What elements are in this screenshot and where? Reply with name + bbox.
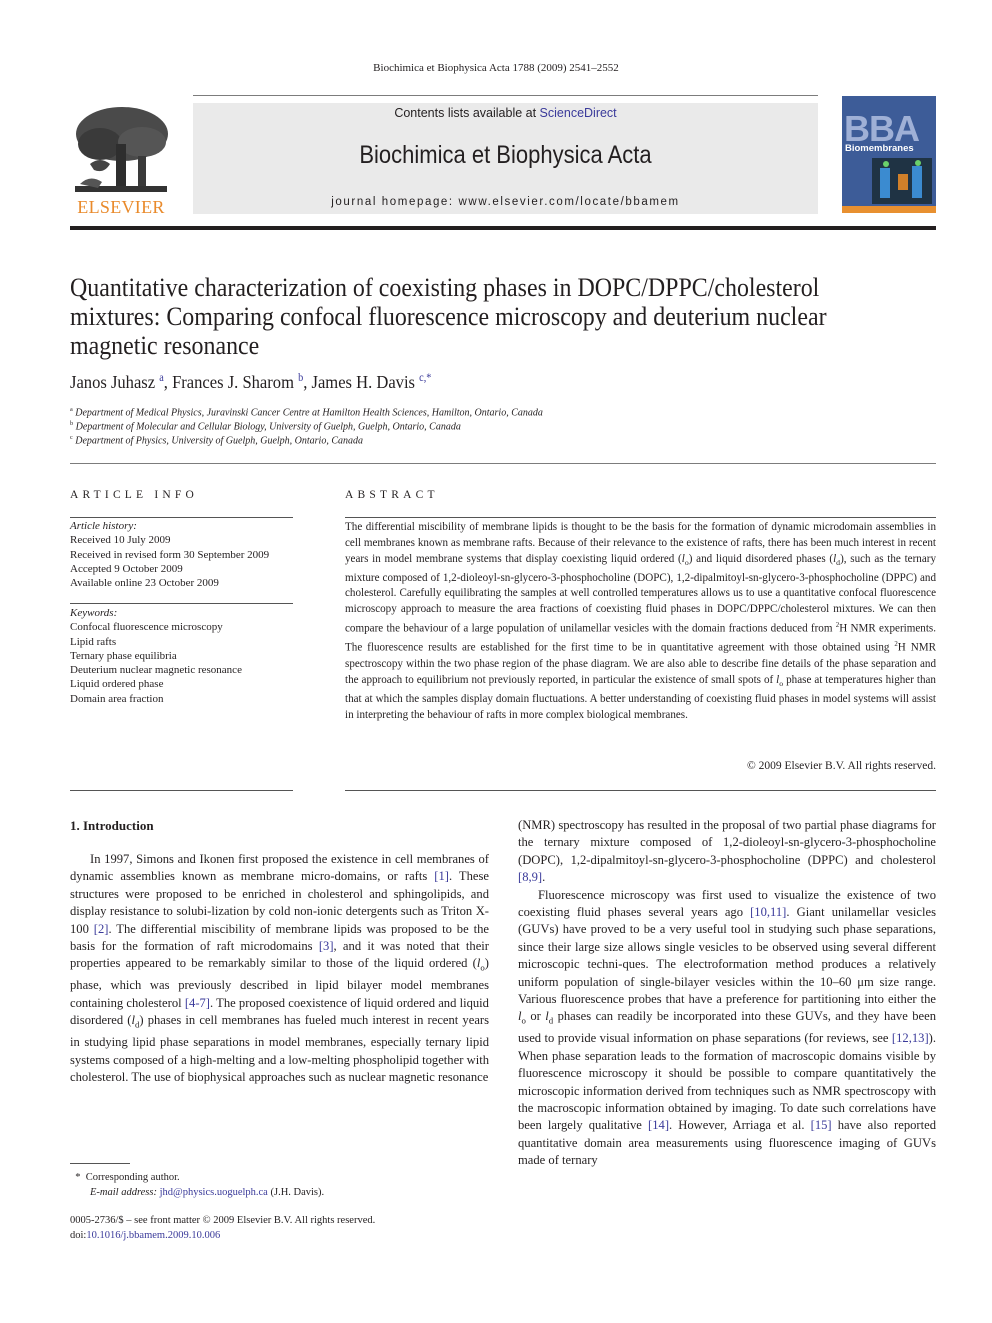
footnote-text: (J.H. Davis). [267, 1187, 325, 1198]
contents-line: Contents lists available at ScienceDirec… [193, 106, 818, 120]
text-segment: . [542, 870, 546, 885]
cover-subtitle: Biomembranes [845, 143, 914, 154]
cover-artwork-icon [872, 158, 932, 204]
running-header: Biochimica et Biophysica Acta 1788 (2009… [373, 62, 619, 74]
elsevier-tree-icon [75, 107, 168, 192]
affiliation-text: Department of Physics, University of Gue… [75, 435, 363, 447]
abstract-divider [345, 517, 936, 518]
sciencedirect-link[interactable]: ScienceDirect [540, 106, 617, 120]
email-link[interactable]: jhd@physics.uoguelph.ca [160, 1187, 268, 1198]
email-label: E-mail address: [90, 1187, 157, 1198]
text-segment: . However, Arriaga et al. [669, 1118, 811, 1133]
paragraph: In 1997, Simons and Ikonen first propose… [70, 851, 489, 1086]
masthead-bottom-rule [70, 226, 936, 230]
keyword: Confocal fluorescence microscopy [70, 621, 223, 634]
article-info-bottom-rule [70, 790, 293, 791]
author-affiliation-marker[interactable]: b [298, 372, 303, 384]
asterisk-marker: * [75, 1172, 81, 1183]
title-divider [70, 463, 936, 464]
affiliation: a Department of Medical Physics, Juravin… [70, 406, 543, 418]
journal-cover-image[interactable]: BBA Biomembranes [842, 96, 936, 213]
paragraph: Fluorescence microscopy was first used t… [518, 887, 936, 1170]
citation-link[interactable]: [3] [319, 939, 334, 953]
doi-link[interactable]: 10.1016/j.bbamem.2009.10.006 [86, 1230, 220, 1241]
article-info-heading: ARTICLE INFO [70, 489, 198, 501]
journal-name: Biochimica et Biophysica Acta [359, 141, 652, 169]
keyword: Domain area fraction [70, 692, 164, 705]
footnote-text: Corresponding author. [85, 1172, 180, 1183]
history-item: Available online 23 October 2009 [70, 577, 219, 590]
keyword: Lipid rafts [70, 635, 117, 648]
text-segment: or [525, 1009, 546, 1024]
keyword: Deuterium nuclear magnetic resonance [70, 664, 242, 677]
text-segment: (NMR) spectroscopy has resulted in the p… [518, 818, 936, 867]
citation-link[interactable]: [14] [648, 1118, 669, 1132]
contents-prefix: Contents lists available at [394, 106, 540, 120]
body-column-left: In 1997, Simons and Ikonen first propose… [70, 851, 489, 1086]
author-list: Janos Juhasz a, Frances J. Sharom b, Jam… [70, 372, 432, 392]
keywords: Keywords: Confocal fluorescence microsco… [70, 606, 300, 706]
text-segment: In 1997, Simons and Ikonen first propose… [70, 852, 489, 884]
author-affiliation-marker[interactable]: c,* [419, 372, 431, 384]
affiliation-marker: c [70, 434, 73, 441]
masthead-top-rule [193, 95, 818, 96]
cover-orange-bar [842, 206, 936, 213]
masthead-band: Contents lists available at ScienceDirec… [193, 103, 818, 214]
citation-link[interactable]: [8,9] [518, 870, 542, 884]
article-title: Quantitative characterization of coexist… [70, 273, 827, 360]
elsevier-logo[interactable]: ELSEVIER [70, 104, 172, 217]
text-segment: . Giant unilamellar vesicles (GUVs) have… [518, 905, 936, 1007]
keyword: Ternary phase equilibria [70, 649, 177, 662]
history-item: Received 10 July 2009 [70, 534, 171, 547]
doi-line: doi:10.1016/j.bbamem.2009.10.006 [70, 1228, 375, 1243]
history-item: Accepted 9 October 2009 [70, 562, 183, 575]
affiliation-text: Department of Medical Physics, Juravinsk… [75, 407, 543, 419]
affiliation-text: Department of Molecular and Cellular Bio… [75, 421, 461, 433]
keyword: Liquid ordered phase [70, 678, 164, 691]
citation-link[interactable]: [15] [811, 1118, 832, 1132]
abstract-copyright: © 2009 Elsevier B.V. All rights reserved… [747, 760, 936, 772]
citation-link[interactable]: [1] [434, 869, 449, 883]
article-history-label: Article history: [70, 520, 137, 532]
abstract-heading: ABSTRACT [345, 489, 439, 501]
text-segment: phases can readily be incorporated into … [518, 1009, 936, 1046]
abstract-segment: ) and liquid disordered phases ( [688, 552, 834, 565]
abstract-bottom-rule [345, 790, 936, 791]
abstract-text: The differential miscibility of membrane… [345, 520, 936, 723]
footnote-line: E-mail address: jhd@physics.uoguelph.ca … [70, 1185, 324, 1200]
citation-link[interactable]: [2] [94, 922, 109, 936]
article-info-divider [70, 603, 293, 604]
elsevier-wordmark: ELSEVIER [77, 197, 165, 217]
affiliation-marker: b [70, 420, 74, 427]
keywords-label: Keywords: [70, 607, 118, 619]
affiliation-marker: a [70, 406, 73, 413]
citation-link[interactable]: [12,13] [892, 1031, 929, 1045]
front-matter: 0005-2736/$ – see front matter © 2009 El… [70, 1213, 375, 1243]
article-info-divider [70, 517, 293, 518]
citation-link[interactable]: [10,11] [750, 905, 786, 919]
footnote-divider [70, 1163, 130, 1164]
article-history: Article history: Received 10 July 2009 R… [70, 519, 300, 590]
footnote-line: * Corresponding author. [70, 1170, 324, 1185]
doi-prefix: doi: [70, 1230, 87, 1241]
history-item: Received in revised form 30 September 20… [70, 548, 270, 561]
citation-link[interactable]: [4-7] [185, 996, 210, 1010]
issn-line: 0005-2736/$ – see front matter © 2009 El… [70, 1215, 376, 1226]
author-name[interactable]: Frances J. Sharom [172, 372, 294, 392]
section-heading: 1. Introduction [70, 818, 154, 833]
affiliation: b Department of Molecular and Cellular B… [70, 420, 461, 432]
journal-homepage-link[interactable]: journal homepage: www.elsevier.com/locat… [193, 196, 818, 208]
affiliation: c Department of Physics, University of G… [70, 434, 363, 446]
author-name[interactable]: Janos Juhasz [70, 372, 155, 392]
author-affiliation-marker[interactable]: a [159, 372, 164, 384]
corresponding-author-footnote: * Corresponding author. E-mail address: … [70, 1170, 324, 1200]
author-name[interactable]: James H. Davis [312, 372, 415, 392]
paragraph: (NMR) spectroscopy has resulted in the p… [518, 817, 936, 887]
body-column-right: (NMR) spectroscopy has resulted in the p… [518, 817, 936, 1170]
